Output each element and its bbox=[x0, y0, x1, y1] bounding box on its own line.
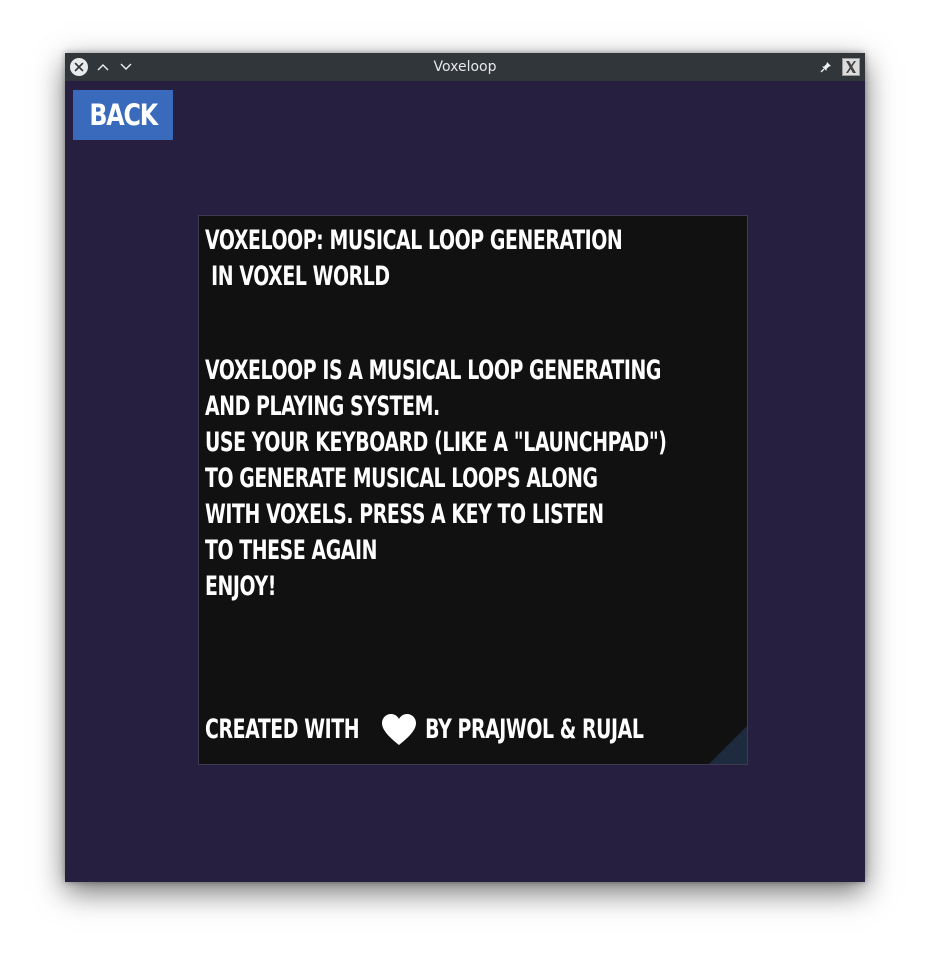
x-app-icon bbox=[842, 58, 860, 76]
credit-prefix: CREATED WITH bbox=[205, 714, 366, 745]
back-button[interactable]: BACK bbox=[73, 90, 173, 140]
about-title-line: IN VOXEL WORLD bbox=[205, 261, 390, 292]
about-description-line: VOXELOOP IS A MUSICAL LOOP GENERATING bbox=[205, 355, 661, 386]
about-description-line: WITH VOXELS. PRESS A KEY TO LISTEN bbox=[205, 499, 604, 530]
app-window: Voxeloop BACK VOXELOOP: MUSICAL LOOP GEN… bbox=[65, 53, 865, 882]
about-description-line: TO GENERATE MUSICAL LOOPS ALONG bbox=[205, 463, 598, 494]
window-title: Voxeloop bbox=[433, 59, 497, 75]
about-description-line: USE YOUR KEYBOARD (LIKE A "LAUNCHPAD") bbox=[205, 427, 667, 458]
resize-grip-icon[interactable] bbox=[709, 726, 747, 764]
credits-line: CREATED WITH BY PRAJWOL & RUJAL bbox=[205, 712, 740, 748]
title-bar[interactable]: Voxeloop bbox=[65, 53, 865, 81]
app-menu-button[interactable] bbox=[841, 57, 861, 77]
about-panel: VOXELOOP: MUSICAL LOOP GENERATION IN VOX… bbox=[198, 215, 748, 765]
credit-suffix: BY PRAJWOL & RUJAL bbox=[419, 714, 644, 745]
pin-icon bbox=[820, 62, 831, 73]
about-title-line: VOXELOOP: MUSICAL LOOP GENERATION bbox=[205, 225, 623, 256]
back-button-label: BACK bbox=[89, 98, 158, 132]
pin-button[interactable] bbox=[816, 57, 836, 77]
about-description-line: ENJOY! bbox=[205, 571, 276, 602]
about-description-line: TO THESE AGAIN bbox=[205, 535, 378, 566]
heart-icon bbox=[382, 714, 416, 745]
about-description-line: AND PLAYING SYSTEM. bbox=[205, 391, 440, 422]
